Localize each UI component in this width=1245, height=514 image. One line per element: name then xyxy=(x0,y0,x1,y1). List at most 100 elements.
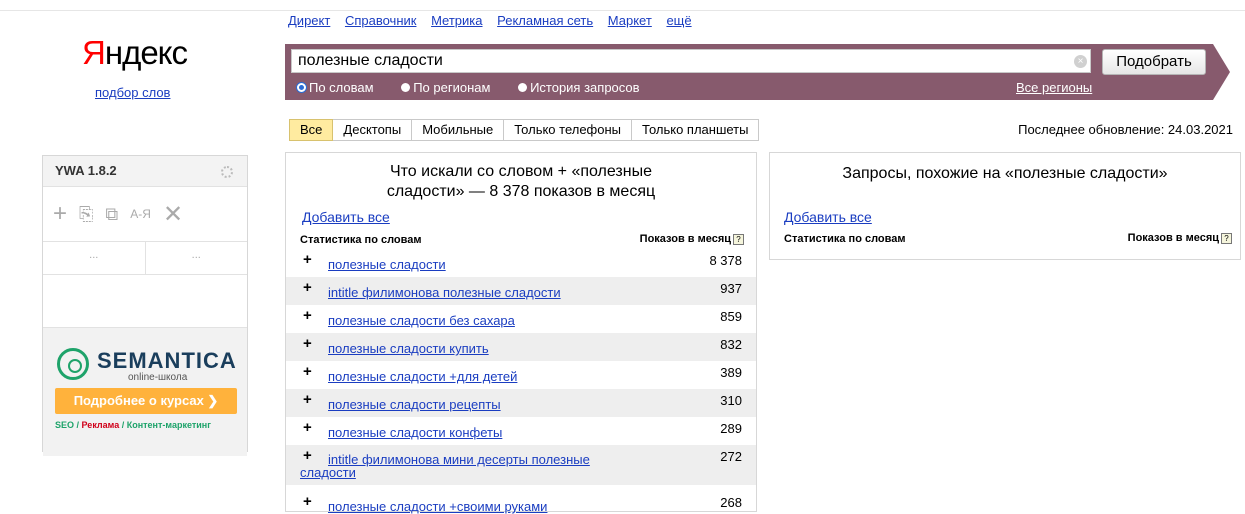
service-link-more[interactable]: ещё xyxy=(666,13,691,28)
impressions-value: 937 xyxy=(720,281,742,296)
impressions-value: 289 xyxy=(720,421,742,436)
column-header-impressions-label: Показов в месяц xyxy=(639,233,731,245)
impressions-value: 389 xyxy=(720,365,742,380)
help-icon[interactable]: ? xyxy=(1221,233,1232,244)
search-mode-radios: По словам По регионам История запросов xyxy=(297,80,664,95)
pick-button[interactable]: Подобрать xyxy=(1102,49,1206,75)
service-link-ad-network[interactable]: Рекламная сеть xyxy=(497,13,593,28)
plus-icon[interactable]: + xyxy=(303,335,312,352)
keyword-link[interactable]: полезные сладости без сахара xyxy=(328,313,515,328)
column-header-impressions-label: Показов в месяц xyxy=(1127,232,1219,244)
tab-desktops[interactable]: Десктопы xyxy=(333,119,413,141)
keyword-link[interactable]: полезные сладости +своими руками xyxy=(328,499,547,514)
ywa-column-right: ... xyxy=(191,249,201,261)
table-row: + полезные сладости рецепты 310 xyxy=(286,389,756,417)
table-row: + полезные сладости без сахара 859 xyxy=(286,305,756,333)
tab-all[interactable]: Все xyxy=(289,119,334,141)
semantica-tags: SEO / Реклама / Контент-маркетинг xyxy=(55,420,211,430)
courses-button[interactable]: Подробнее о курсах ❯ xyxy=(55,388,237,414)
keyword-link[interactable]: intitle филимонова полезные сладости xyxy=(328,285,561,300)
impressions-value: 859 xyxy=(720,309,742,324)
left-panel-title: Что искали со словом + «полезные сладост… xyxy=(286,162,756,202)
plus-icon[interactable]: + xyxy=(303,251,312,268)
keyword-link[interactable]: полезные сладости xyxy=(328,257,446,272)
tag-seo: SEO xyxy=(55,420,75,430)
service-link-directory[interactable]: Справочник xyxy=(345,13,417,28)
radio-icon xyxy=(518,83,528,92)
ywa-columns: ... ... xyxy=(43,242,247,275)
close-icon[interactable]: ✕ xyxy=(163,200,183,229)
service-link-direct[interactable]: Директ xyxy=(288,13,330,28)
column-header-words: Статистика по словам xyxy=(300,234,422,246)
results-panel-right: Запросы, похожие на «полезные сладости» … xyxy=(769,152,1241,260)
semantica-logo-icon xyxy=(57,348,89,380)
yandex-logo[interactable]: Яндекс xyxy=(82,34,188,72)
tab-mobile[interactable]: Мобильные xyxy=(412,119,505,141)
impressions-value: 8 378 xyxy=(709,253,742,268)
radio-icon xyxy=(401,83,411,92)
ywa-column-left: ... xyxy=(43,242,146,274)
impressions-value: 310 xyxy=(720,393,742,408)
ywa-word-list xyxy=(43,275,247,328)
add-all-link[interactable]: Добавить все xyxy=(302,209,390,225)
last-update-text: Последнее обновление: 24.03.2021 xyxy=(1018,122,1233,137)
plus-icon[interactable]: + xyxy=(303,391,312,408)
service-link-market[interactable]: Маркет xyxy=(608,13,652,28)
copy-icon[interactable]: ⎘ xyxy=(79,204,93,225)
services-nav: Директ Справочник Метрика Рекламная сеть… xyxy=(288,13,703,28)
semantica-subtitle: online-школа xyxy=(128,372,188,383)
tab-phones-only[interactable]: Только телефоны xyxy=(504,119,633,141)
semantica-title: SEMANTICA xyxy=(97,348,237,373)
keyword-link[interactable]: полезные сладости +для детей xyxy=(328,369,517,384)
tag-separator: / xyxy=(119,420,127,430)
radio-by-regions[interactable]: По регионам xyxy=(401,80,490,95)
keyword-link[interactable]: полезные сладости конфеты xyxy=(328,425,502,440)
radio-label: По регионам xyxy=(413,80,491,95)
plus-icon[interactable]: + xyxy=(303,363,312,380)
keyword-line2: сладости xyxy=(300,465,356,480)
keyword-link[interactable]: полезные сладости рецепты xyxy=(328,397,501,412)
tab-tablets-only[interactable]: Только планшеты xyxy=(632,119,760,141)
service-link-metrika[interactable]: Метрика xyxy=(431,13,482,28)
search-input[interactable]: полезные сладости xyxy=(291,49,1091,73)
logo-rest: ндекс xyxy=(104,34,188,71)
gear-icon[interactable] xyxy=(221,166,233,178)
all-regions-link[interactable]: Все регионы xyxy=(1016,80,1092,95)
help-icon[interactable]: ? xyxy=(733,234,744,245)
tag-separator: / xyxy=(74,420,82,430)
radio-by-words[interactable]: По словам xyxy=(297,80,374,95)
plus-icon[interactable]: + xyxy=(303,419,312,436)
column-header-impressions: Показов в месяц? xyxy=(640,233,744,245)
plus-icon[interactable]: + xyxy=(303,279,312,296)
tag-content: Контент-маркетинг xyxy=(126,420,211,430)
semantica-promo: SEMANTICA online-школа Подробнее о курса… xyxy=(43,328,247,456)
sort-az-icon[interactable]: А-Я xyxy=(130,207,151,221)
radio-label: История запросов xyxy=(530,80,640,95)
column-header-words: Статистика по словам xyxy=(784,233,906,245)
impressions-value: 272 xyxy=(720,449,742,464)
plus-icon[interactable]: + xyxy=(53,200,67,228)
table-row: + intitle филимонова полезные сладости 9… xyxy=(286,277,756,305)
right-panel-title: Запросы, похожие на «полезные сладости» xyxy=(842,165,1168,182)
radio-label: По словам xyxy=(309,80,374,95)
table-row: + intitle филимонова мини десерты полезн… xyxy=(286,445,756,485)
column-header-impressions: Показов в месяц? xyxy=(1128,232,1232,244)
wordstat-link[interactable]: подбор слов xyxy=(95,85,170,100)
keyword-link[interactable]: полезные сладости купить xyxy=(328,341,489,356)
results-panel-left: Что искали со словом + «полезные сладост… xyxy=(285,152,757,514)
ywa-header: YWA 1.8.2 xyxy=(43,156,247,187)
top-divider xyxy=(0,10,1245,11)
table-row: + полезные сладости конфеты 289 xyxy=(286,417,756,445)
table-row: + полезные сладости +своими руками 268 xyxy=(286,485,756,514)
clear-icon[interactable]: × xyxy=(1074,55,1087,68)
device-tabs: Все Десктопы Мобильные Только телефоны Т… xyxy=(289,119,760,141)
copy-frequency-icon[interactable]: ⧉ xyxy=(105,204,118,225)
add-all-link[interactable]: Добавить все xyxy=(784,209,872,225)
ywa-title: YWA 1.8.2 xyxy=(55,163,117,178)
plus-icon[interactable]: + xyxy=(303,307,312,324)
left-title-line1: Что искали со словом + «полезные xyxy=(389,163,652,180)
radio-history[interactable]: История запросов xyxy=(518,80,640,95)
ywa-widget: YWA 1.8.2 + ⎘ ⧉ А-Я ✕ ... ... SEMANTICA … xyxy=(42,155,248,456)
plus-icon[interactable]: + xyxy=(303,493,312,510)
keyword-link[interactable]: intitle филимонова мини десерты полезные… xyxy=(300,453,590,479)
